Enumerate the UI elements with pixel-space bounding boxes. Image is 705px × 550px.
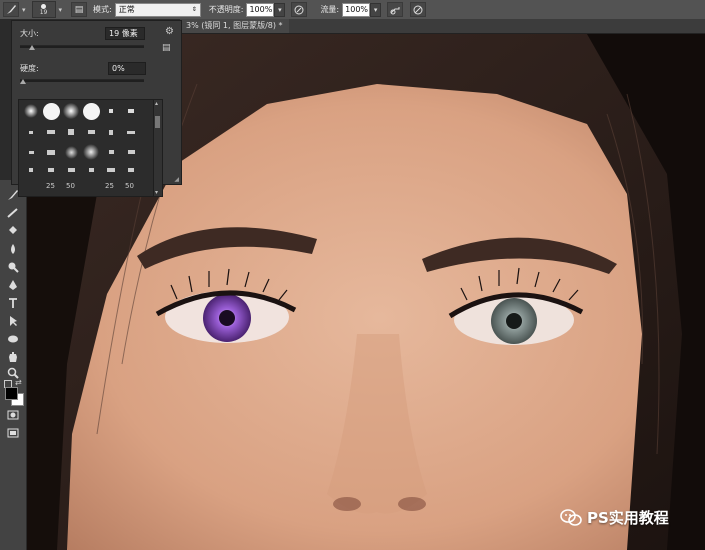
brush-preset-grid: 25 50 25 50 <box>18 99 154 197</box>
brush-preset-tip[interactable] <box>21 142 41 162</box>
document-tab[interactable]: 3% (镜同 1, 图层蒙版/8) * <box>180 19 289 33</box>
ellipse-tool-button[interactable] <box>5 332 21 346</box>
scroll-down-icon[interactable]: ▾ <box>155 189 158 196</box>
brush-preset-small[interactable] <box>101 101 121 121</box>
ellipse-icon <box>8 335 18 343</box>
brush-preset-tip[interactable] <box>121 160 141 180</box>
brush-preset-panel: 大小: 19 像素 ⚙ ▤ 硬度: 0% 25 50 25 50 ▴ ▾ ◢ <box>11 20 182 197</box>
brush-preset-hard[interactable] <box>41 101 61 121</box>
document-tabs: 3% (镜同 1, 图层蒙版/8) * <box>180 19 705 34</box>
brush-size-preview[interactable]: 19 <box>31 1 56 18</box>
flow-dropdown[interactable]: ▾ <box>370 2 382 17</box>
brush-preset-soft[interactable] <box>61 142 81 162</box>
size-slider-thumb[interactable] <box>29 45 36 50</box>
brush-preset-tip[interactable] <box>41 142 61 162</box>
wechat-icon <box>560 508 582 526</box>
select-arrows-icon: ⇕ <box>191 6 197 13</box>
hardness-slider[interactable] <box>20 79 144 82</box>
brush-preset-tip[interactable] <box>41 160 61 180</box>
opacity-label: 不透明度: <box>208 5 244 14</box>
brush-preset-tip[interactable] <box>61 160 81 180</box>
watermark: PS实用教程 <box>560 507 669 528</box>
brush-size-dropdown[interactable]: ▾ <box>59 6 63 14</box>
foreground-color-swatch[interactable] <box>5 387 18 400</box>
preset-size-label: 25 <box>105 182 114 190</box>
brush-preset-small[interactable] <box>121 101 141 121</box>
brush-preset-tip[interactable] <box>61 122 81 142</box>
mode-select[interactable]: 正常 ⇕ <box>114 2 201 17</box>
brush-tool-icon[interactable] <box>3 2 19 17</box>
type-tool-button[interactable] <box>5 296 21 310</box>
path-selection-tool-button[interactable] <box>5 314 21 328</box>
size-value: 19 像素 <box>109 29 138 38</box>
size-slider[interactable] <box>20 45 144 48</box>
flow-label: 流量: <box>320 5 340 14</box>
quick-mask-button[interactable] <box>5 408 21 422</box>
hardness-slider-thumb[interactable] <box>20 79 26 84</box>
tool-preset-dropdown[interactable]: ▾ <box>22 6 26 14</box>
preset-scrollbar[interactable]: ▴ ▾ <box>153 99 163 197</box>
arrow-cursor-icon <box>10 316 17 326</box>
brush-preset-tip[interactable] <box>41 122 61 142</box>
size-label: 大小: <box>20 29 39 38</box>
hardness-input[interactable]: 0% <box>108 62 146 75</box>
pressure-opacity-icon[interactable] <box>291 2 308 17</box>
swap-colors-icon[interactable]: ⇄ <box>15 378 22 387</box>
new-preset-icon[interactable]: ▤ <box>162 43 171 53</box>
brush-preset-hard[interactable] <box>81 101 101 121</box>
dodge-icon <box>8 262 19 273</box>
brush-preset-tip[interactable] <box>121 142 141 162</box>
hardness-value: 0% <box>112 64 125 73</box>
brush-preset-tip[interactable] <box>101 142 121 162</box>
airbrush-icon[interactable] <box>387 2 404 17</box>
preset-size-label: 25 <box>46 182 55 190</box>
brush-preset-tip[interactable] <box>81 160 101 180</box>
mode-value: 正常 <box>118 5 135 14</box>
hardness-label: 硬度: <box>20 64 39 73</box>
brush-size-value: 19 <box>39 8 48 16</box>
history-brush-tool-button[interactable] <box>5 206 21 220</box>
options-bar: ▾ 19 ▾ ▤ 模式: 正常 ⇕ 不透明度: 100% ▾ 流量: 100% … <box>0 0 705 20</box>
brush-preset-tip[interactable] <box>101 122 121 142</box>
brush-preset-soft[interactable] <box>21 101 41 121</box>
scroll-up-icon[interactable]: ▴ <box>155 100 158 107</box>
tools-panel: ⇄ <box>0 180 27 550</box>
bucket-icon <box>9 226 17 234</box>
flow-input[interactable]: 100% <box>342 2 371 17</box>
dodge-tool-button[interactable] <box>5 260 21 274</box>
preset-size-label: 50 <box>125 182 134 190</box>
hand-icon <box>9 352 17 362</box>
panel-resize-grip-icon[interactable]: ◢ <box>174 176 179 183</box>
pressure-size-icon[interactable] <box>410 2 427 17</box>
preset-size-label: 50 <box>66 182 75 190</box>
pen-tool-button[interactable] <box>5 278 21 292</box>
brush-preset-soft[interactable] <box>81 142 101 162</box>
hand-tool-button[interactable] <box>5 350 21 364</box>
brush-panel-toggle-icon[interactable]: ▤ <box>71 2 88 17</box>
watermark-text: PS实用教程 <box>587 509 669 527</box>
pen-icon <box>9 280 17 290</box>
screen-mode-icon <box>7 428 19 438</box>
brush-preset-soft[interactable] <box>61 101 81 121</box>
brush-preset-tip[interactable] <box>21 122 41 142</box>
scroll-thumb[interactable] <box>155 116 160 128</box>
drop-icon <box>11 244 15 254</box>
blur-tool-button[interactable] <box>5 242 21 256</box>
mode-label: 模式: <box>93 5 112 14</box>
brush-preset-tip[interactable] <box>101 160 121 180</box>
quick-mask-icon <box>7 410 19 420</box>
size-input[interactable]: 19 像素 <box>105 27 145 40</box>
opacity-value: 100% <box>249 5 273 14</box>
brush-preset-tip[interactable] <box>121 122 141 142</box>
history-brush-icon <box>7 208 18 218</box>
opacity-input[interactable]: 100% <box>246 2 275 17</box>
panel-settings-gear-icon[interactable]: ⚙ <box>165 26 174 37</box>
screen-mode-button[interactable] <box>5 426 21 440</box>
brush-preset-tip[interactable] <box>81 122 101 142</box>
flow-value: 100% <box>345 5 369 14</box>
type-icon <box>9 298 17 308</box>
opacity-dropdown[interactable]: ▾ <box>274 2 286 17</box>
brush-preset-tip[interactable] <box>21 160 41 180</box>
paint-bucket-tool-button[interactable] <box>5 224 21 238</box>
